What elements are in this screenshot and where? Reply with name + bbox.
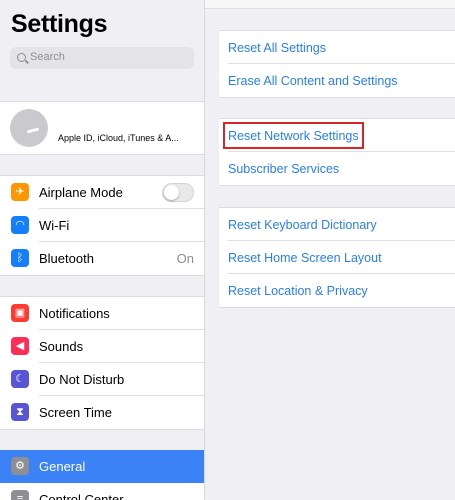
sidebar-item-sounds[interactable]: ◀ Sounds [0,330,204,363]
sidebar-item-screen-time[interactable]: ⧗ Screen Time [0,396,204,429]
sidebar-item-airplane-mode[interactable]: ✈ Airplane Mode [0,176,204,209]
wifi-icon: ◠ [11,216,29,234]
sidebar-item-notifications[interactable]: ▣ Notifications [0,297,204,330]
sidebar-item-label: General [39,459,86,474]
reset-keyboard-dictionary-button[interactable]: Reset Keyboard Dictionary [219,208,455,241]
apple-id-row[interactable]: Apple ID, iCloud, iTunes & A... [0,102,204,154]
bluetooth-status: On [176,251,194,266]
page-title: Settings [11,10,108,38]
moon-icon: ☾ [11,370,29,388]
notifications-group: ▣ Notifications ◀ Sounds ☾ Do Not Distur… [0,296,204,430]
erase-all-content-label: Erase All Content and Settings [228,74,398,88]
sidebar-item-label: Control Center [39,492,124,500]
reset-home-screen-layout-button[interactable]: Reset Home Screen Layout [219,241,455,274]
profile-subtitle: Apple ID, iCloud, iTunes & A... [58,133,179,143]
reset-location-privacy-button[interactable]: Reset Location & Privacy [219,274,455,307]
sidebar: Settings Search Apple ID, iCloud, iTunes… [0,0,205,500]
reset-home-screen-layout-label: Reset Home Screen Layout [228,251,382,265]
airplane-mode-toggle[interactable] [162,183,194,202]
bluetooth-icon: ᛒ [11,249,29,267]
sidebar-item-general[interactable]: ⚙ General [0,450,204,483]
navigation-bar [205,0,455,9]
connectivity-group: ✈ Airplane Mode ◠ Wi-Fi ᛒ Bluetooth On [0,175,204,276]
sidebar-item-control-center[interactable]: ≡ Control Center [0,483,204,500]
subscriber-services-label: Subscriber Services [228,162,340,176]
reset-group-1: Reset All Settings Erase All Content and… [219,30,455,98]
sidebar-item-do-not-disturb[interactable]: ☾ Do Not Disturb [0,363,204,396]
profile-group: Apple ID, iCloud, iTunes & A... [0,101,204,155]
sidebar-item-label: Wi-Fi [39,218,70,233]
subscriber-services-button[interactable]: Subscriber Services [219,152,455,185]
sidebar-item-label: Notifications [39,306,110,321]
sidebar-item-label: Sounds [39,339,84,354]
reset-location-privacy-label: Reset Location & Privacy [228,284,368,298]
toggle-knob [164,185,179,200]
general-group: ⚙ General ≡ Control Center [0,450,204,500]
sidebar-item-label: Screen Time [39,405,112,420]
search-input[interactable]: Search [10,47,194,69]
detail-pane: Reset All Settings Erase All Content and… [205,0,455,500]
reset-keyboard-dictionary-label: Reset Keyboard Dictionary [228,218,377,232]
reset-network-settings-label: Reset Network Settings [228,129,359,143]
avatar [10,109,48,147]
control-center-icon: ≡ [11,490,29,500]
sidebar-item-label: Airplane Mode [39,185,123,200]
search-placeholder: Search [30,51,65,63]
sidebar-item-label: Bluetooth [39,251,94,266]
sidebar-item-label: Do Not Disturb [39,372,125,387]
reset-all-settings-label: Reset All Settings [228,41,326,55]
hourglass-icon: ⧗ [11,403,29,421]
notifications-icon: ▣ [11,304,29,322]
sidebar-item-wifi[interactable]: ◠ Wi-Fi [0,209,204,242]
airplane-icon: ✈ [11,183,29,201]
sounds-icon: ◀ [11,337,29,355]
gear-icon: ⚙ [11,457,29,475]
reset-network-settings-button[interactable]: Reset Network Settings [219,119,455,152]
reset-all-settings-button[interactable]: Reset All Settings [219,31,455,64]
sidebar-item-bluetooth[interactable]: ᛒ Bluetooth On [0,242,204,275]
reset-group-2: Reset Network Settings Subscriber Servic… [219,118,455,186]
search-icon [17,53,26,62]
reset-group-3: Reset Keyboard Dictionary Reset Home Scr… [219,207,455,308]
erase-all-content-button[interactable]: Erase All Content and Settings [219,64,455,97]
